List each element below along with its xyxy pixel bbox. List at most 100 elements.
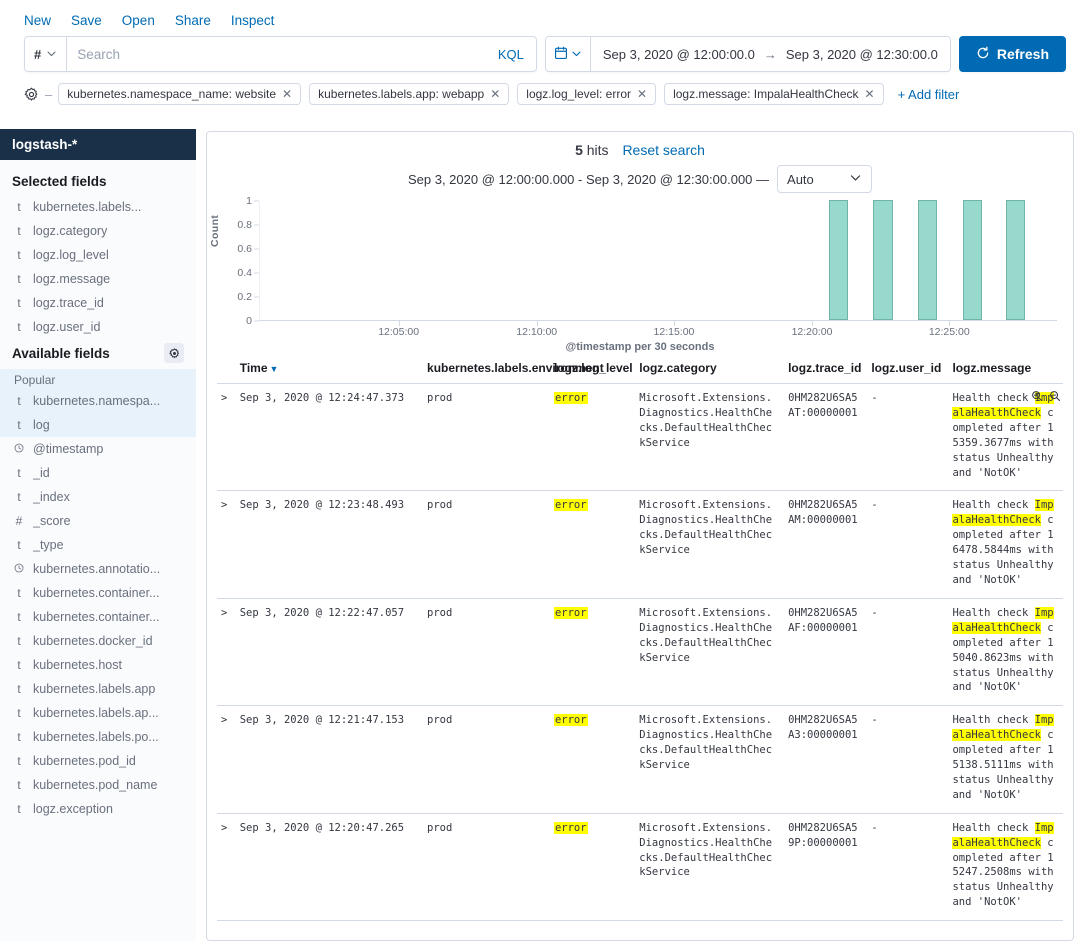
calendar-quick-select-button[interactable] [546, 37, 591, 71]
date-range-picker: Sep 3, 2020 @ 12:00:00.0 → Sep 3, 2020 @… [544, 36, 951, 72]
field-type-string-icon: t [17, 224, 21, 238]
chart-plot-area: 0 0.2 0.4 0.6 0.8 1 12:05:00 12:10:00 12… [237, 195, 1057, 338]
sidebar-field-kubernetes-container-1[interactable]: t kubernetes.container... [0, 581, 196, 605]
sidebar-field-kubernetes-labels-ap[interactable]: t kubernetes.labels.ap... [0, 701, 196, 725]
expand-row-icon[interactable]: > [217, 383, 236, 492]
sidebar-field-kubernetes-pod-name[interactable]: t kubernetes.pod_name [0, 773, 196, 797]
chart-bar[interactable] [1005, 200, 1026, 320]
sidebar-field-logz-trace-id[interactable]: t logz.trace_id [0, 291, 196, 315]
sidebar-field-kubernetes-labels[interactable]: t kubernetes.labels... [0, 195, 196, 219]
chart-bar[interactable] [962, 200, 982, 320]
popular-label: Popular [14, 373, 56, 387]
zoom-in-filter-for-value-icon[interactable] [1031, 390, 1043, 407]
column-header-time[interactable]: Time ▼ [235, 357, 424, 384]
add-filter-button[interactable]: + Add filter [898, 87, 960, 102]
sidebar-field-score[interactable]: # _score [0, 509, 196, 533]
selected-fields-heading: Selected fields [0, 170, 196, 195]
cell-trace-id: 0HM282U6SA5AF:00000001 [784, 598, 868, 707]
filter-pill-namespace[interactable]: kubernetes.namespace_name: website ✕ [58, 83, 302, 105]
sidebar-field-logz-category[interactable]: t logz.category [0, 219, 196, 243]
sidebar-field-log[interactable]: t log [0, 413, 196, 437]
sidebar-field-kubernetes-labels-app[interactable]: t kubernetes.labels.app [0, 677, 196, 701]
table-row[interactable]: > Sep 3, 2020 @ 12:24:47.373 prod error … [217, 383, 1063, 492]
hash-icon: # [34, 46, 42, 62]
filter-pill-label: kubernetes.namespace_name: website [67, 87, 277, 101]
menu-item-share[interactable]: Share [175, 13, 211, 28]
zoom-out-filter-out-value-icon[interactable] [1049, 390, 1061, 407]
field-sidebar: logstash-* Selected fields t kubernetes.… [0, 129, 196, 941]
dataset-selector[interactable]: # [25, 37, 68, 71]
filter-pill-message[interactable]: logz.message: ImpalaHealthCheck ✕ [664, 83, 884, 105]
menu-item-save[interactable]: Save [71, 13, 102, 28]
column-header-category[interactable]: logz.category [635, 357, 785, 384]
refresh-button[interactable]: Refresh [958, 36, 1066, 72]
chart-bar[interactable] [918, 200, 938, 320]
chart-x-tick: 12:15:00 [653, 326, 695, 338]
chart-y-tick: 0.6 [237, 243, 252, 255]
table-row[interactable]: > Sep 3, 2020 @ 12:23:48.493 prod error … [217, 490, 1063, 599]
cell-environment: prod [423, 598, 550, 707]
sidebar-field-index[interactable]: t _index [0, 485, 196, 509]
log-level-badge: error [553, 392, 588, 404]
filter-pill-log-level[interactable]: logz.log_level: error ✕ [517, 83, 657, 105]
close-icon[interactable]: ✕ [282, 87, 292, 101]
table-row[interactable]: > Sep 3, 2020 @ 12:20:47.265 prod error … [217, 813, 1063, 922]
sidebar-field-kubernetes-docker-id[interactable]: t kubernetes.docker_id [0, 629, 196, 653]
sidebar-field-id[interactable]: t _id [0, 461, 196, 485]
cell-environment: prod [423, 383, 550, 492]
column-header-trace-id[interactable]: logz.trace_id [784, 357, 868, 384]
field-type-string-icon: t [17, 586, 21, 600]
sidebar-field-type[interactable]: t _type [0, 533, 196, 557]
sidebar-field-kubernetes-annotations[interactable]: kubernetes.annotatio... [0, 557, 196, 581]
sidebar-field-timestamp[interactable]: @timestamp [0, 437, 196, 461]
table-row[interactable]: > Sep 3, 2020 @ 12:21:47.153 prod error … [217, 705, 1063, 814]
sidebar-field-logz-user-id[interactable]: t logz.user_id [0, 315, 196, 339]
chart-y-tick: 0.8 [237, 219, 252, 231]
expand-row-icon[interactable]: > [217, 598, 236, 707]
column-header-message[interactable]: logz.message [948, 357, 1063, 384]
field-type-string-icon: t [17, 802, 21, 816]
field-settings-gear-icon[interactable] [164, 343, 184, 363]
start-date[interactable]: Sep 3, 2020 @ 12:00:00.0 [603, 47, 755, 62]
menu-item-inspect[interactable]: Inspect [231, 13, 275, 28]
close-icon[interactable]: ✕ [490, 87, 500, 101]
sidebar-field-kubernetes-pod-id[interactable]: t kubernetes.pod_id [0, 749, 196, 773]
sort-desc-icon[interactable]: ▼ [270, 364, 279, 374]
sidebar-field-kubernetes-namespace[interactable]: t kubernetes.namespa... [0, 389, 196, 413]
reset-search-button[interactable]: Reset search [622, 142, 704, 158]
sidebar-field-logz-exception[interactable]: t logz.exception [0, 797, 196, 821]
close-icon[interactable]: ✕ [637, 87, 647, 101]
sidebar-field-kubernetes-host[interactable]: t kubernetes.host [0, 653, 196, 677]
sidebar-field-kubernetes-container-2[interactable]: t kubernetes.container... [0, 605, 196, 629]
chart-y-tick: 0.4 [237, 267, 252, 279]
field-type-string-icon: t [17, 538, 21, 552]
column-label: Time [239, 361, 268, 375]
column-header-environment[interactable]: kubernetes.labels.environment [423, 357, 604, 384]
menu-item-open[interactable]: Open [122, 13, 155, 28]
query-language-button[interactable]: KQL [498, 37, 536, 71]
menu-item-new[interactable]: New [24, 13, 51, 28]
chart-bar[interactable] [828, 200, 848, 320]
sidebar-field-logz-log-level[interactable]: t logz.log_level [0, 243, 196, 267]
column-header-log-level[interactable]: logz.log_level [549, 357, 636, 384]
interval-select[interactable]: Auto [777, 165, 873, 193]
field-type-string-icon: t [17, 658, 21, 672]
end-date[interactable]: Sep 3, 2020 @ 12:30:00.0 [786, 47, 938, 62]
column-header-user-id[interactable]: logz.user_id [867, 357, 949, 384]
log-level-badge: error [553, 714, 588, 727]
filter-settings-gear-icon[interactable] [24, 87, 39, 102]
sidebar-field-kubernetes-labels-po[interactable]: t kubernetes.labels.po... [0, 725, 196, 749]
close-icon[interactable]: ✕ [865, 87, 875, 101]
sidebar-field-logz-message[interactable]: t logz.message [0, 267, 196, 291]
chart-bar[interactable] [873, 200, 893, 320]
search-input[interactable] [67, 37, 498, 71]
table-row[interactable]: > Sep 3, 2020 @ 12:22:47.057 prod error … [217, 598, 1063, 707]
selected-fields-list: t kubernetes.labels... t logz.category t… [0, 195, 196, 339]
cell-time: Sep 3, 2020 @ 12:24:47.373 [235, 383, 424, 492]
expand-row-icon[interactable]: > [217, 705, 236, 814]
filter-pill-labels-app[interactable]: kubernetes.labels.app: webapp ✕ [309, 83, 510, 105]
expand-row-icon[interactable]: > [217, 813, 236, 922]
field-name: kubernetes.docker_id [33, 634, 153, 648]
expand-row-icon[interactable]: > [217, 490, 236, 599]
index-pattern-selector[interactable]: logstash-* [0, 129, 196, 160]
